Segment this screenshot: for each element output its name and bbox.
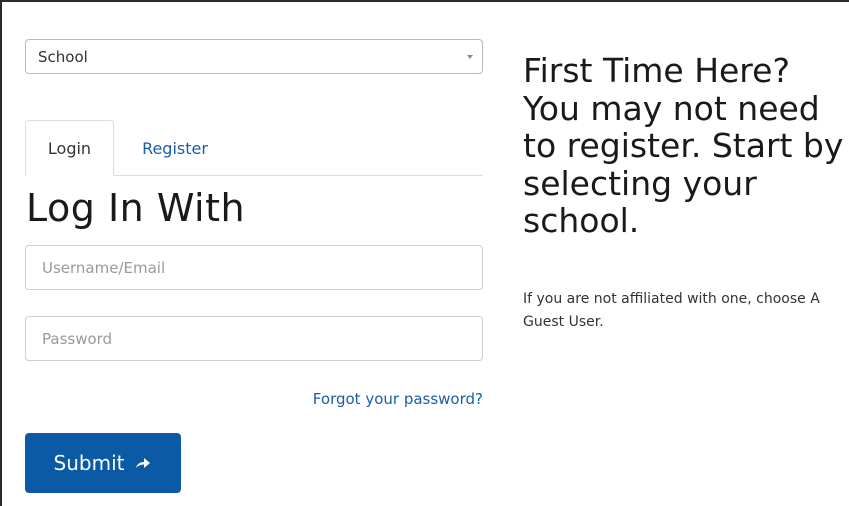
submit-button[interactable]: Submit [25,433,181,493]
forgot-password-link[interactable]: Forgot your password? [313,390,483,408]
arrow-right-icon [136,458,151,468]
password-input[interactable] [25,316,483,361]
tab-login[interactable]: Login [25,120,114,176]
tab-login-label: Login [47,138,92,158]
auth-tabs: Login Register [25,120,483,176]
window-top-border [0,0,849,2]
tab-register-label: Register [142,138,208,158]
username-input[interactable] [25,245,483,290]
promo-note: If you are not affiliated with one, choo… [523,291,820,330]
school-select[interactable]: School [25,39,483,74]
promo-title: First Time Here? You may not need to reg… [523,51,844,240]
window-left-border [0,0,2,506]
tab-register[interactable]: Register [125,120,225,176]
submit-label: Submit [53,451,125,475]
school-select-value: School [38,47,88,66]
login-heading: Log In With [26,186,246,230]
chevron-down-icon [467,55,473,59]
